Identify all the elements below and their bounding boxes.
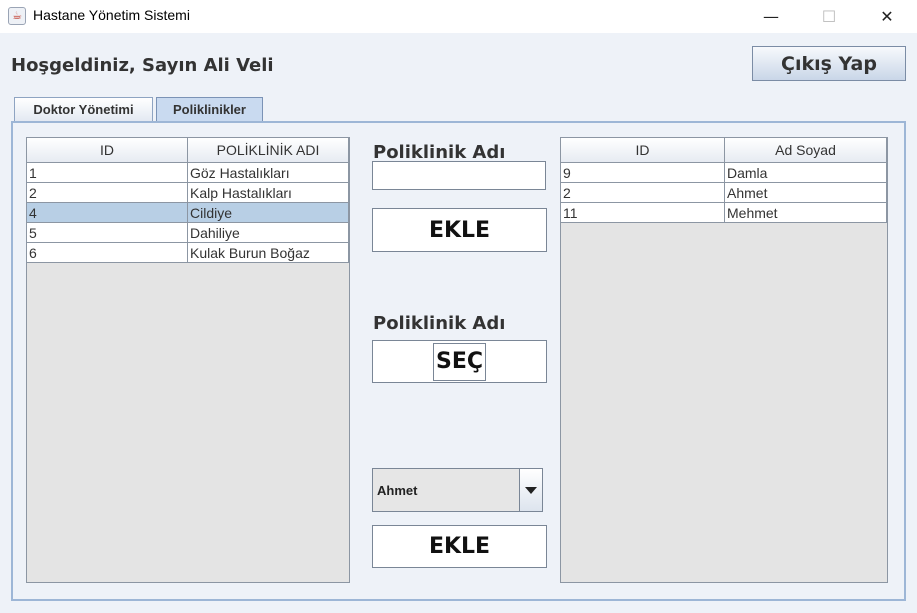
tab-clinics[interactable]: Poliklinikler bbox=[156, 97, 263, 121]
table-row[interactable]: 2 Kalp Hastalıkları bbox=[27, 183, 349, 203]
add-clinic-button[interactable]: EKLE bbox=[372, 208, 547, 252]
table-row[interactable]: 9 Damla bbox=[561, 163, 887, 183]
table-row[interactable]: 6 Kulak Burun Boğaz bbox=[27, 243, 349, 263]
cell-clinic-name: Cildiye bbox=[188, 203, 349, 223]
doctor-table[interactable]: ID Ad Soyad 9 Damla 2 Ahmet 11 Mehmet bbox=[560, 137, 888, 583]
select-clinic-button[interactable]: SEÇ bbox=[372, 340, 547, 383]
clinic-name-input[interactable] bbox=[372, 161, 546, 190]
cell-clinic-name: Göz Hastalıkları bbox=[188, 163, 349, 183]
clinic-name-label: Poliklinik Adı bbox=[373, 142, 506, 163]
cell-id: 11 bbox=[561, 203, 725, 223]
chevron-down-icon bbox=[525, 486, 537, 494]
table-row[interactable]: 5 Dahiliye bbox=[27, 223, 349, 243]
table-row[interactable]: 11 Mehmet bbox=[561, 203, 887, 223]
cell-id: 6 bbox=[27, 243, 188, 263]
cell-doctor-name: Mehmet bbox=[725, 203, 887, 223]
column-header-id[interactable]: ID bbox=[561, 138, 725, 162]
cell-clinic-name: Kalp Hastalıkları bbox=[188, 183, 349, 203]
dropdown-arrow-button[interactable] bbox=[519, 469, 542, 511]
column-header-clinic-name[interactable]: POLİKLİNİK ADI bbox=[188, 138, 349, 162]
cell-id: 9 bbox=[561, 163, 725, 183]
table-header: ID Ad Soyad bbox=[561, 138, 887, 163]
cell-id: 5 bbox=[27, 223, 188, 243]
title-bar: ☕ Hastane Yönetim Sistemi — ☐ ✕ bbox=[0, 0, 917, 33]
logout-button[interactable]: Çıkış Yap bbox=[752, 46, 906, 81]
minimize-button[interactable]: — bbox=[742, 0, 800, 33]
close-button[interactable]: ✕ bbox=[858, 0, 916, 33]
column-header-full-name[interactable]: Ad Soyad bbox=[725, 138, 887, 162]
cell-doctor-name: Ahmet bbox=[725, 183, 887, 203]
java-app-icon: ☕ bbox=[8, 7, 26, 25]
doctor-select-value: Ahmet bbox=[377, 483, 418, 498]
window-title: Hastane Yönetim Sistemi bbox=[33, 7, 190, 23]
table-row[interactable]: 2 Ahmet bbox=[561, 183, 887, 203]
cell-clinic-name: Kulak Burun Boğaz bbox=[188, 243, 349, 263]
table-row-selected[interactable]: 4 Cildiye bbox=[27, 203, 349, 223]
cell-clinic-name: Dahiliye bbox=[188, 223, 349, 243]
cell-id: 4 bbox=[27, 203, 188, 223]
minimize-icon: — bbox=[763, 7, 779, 26]
close-icon: ✕ bbox=[880, 7, 894, 26]
cell-doctor-name: Damla bbox=[725, 163, 887, 183]
cell-id: 2 bbox=[27, 183, 188, 203]
table-header: ID POLİKLİNİK ADI bbox=[27, 138, 349, 163]
table-row[interactable]: 1 Göz Hastalıkları bbox=[27, 163, 349, 183]
tab-doctor-management[interactable]: Doktor Yönetimi bbox=[14, 97, 153, 121]
select-button-label: SEÇ bbox=[432, 342, 487, 381]
select-clinic-label: Poliklinik Adı bbox=[373, 313, 506, 334]
add-doctor-button[interactable]: EKLE bbox=[372, 525, 547, 568]
doctor-select[interactable]: Ahmet bbox=[372, 468, 543, 512]
maximize-button[interactable]: ☐ bbox=[800, 0, 858, 33]
column-header-id[interactable]: ID bbox=[27, 138, 188, 162]
welcome-text: Hoşgeldiniz, Sayın Ali Veli bbox=[11, 55, 274, 76]
clinic-table[interactable]: ID POLİKLİNİK ADI 1 Göz Hastalıkları 2 K… bbox=[26, 137, 350, 583]
maximize-icon: ☐ bbox=[821, 7, 837, 26]
cell-id: 2 bbox=[561, 183, 725, 203]
cell-id: 1 bbox=[27, 163, 188, 183]
